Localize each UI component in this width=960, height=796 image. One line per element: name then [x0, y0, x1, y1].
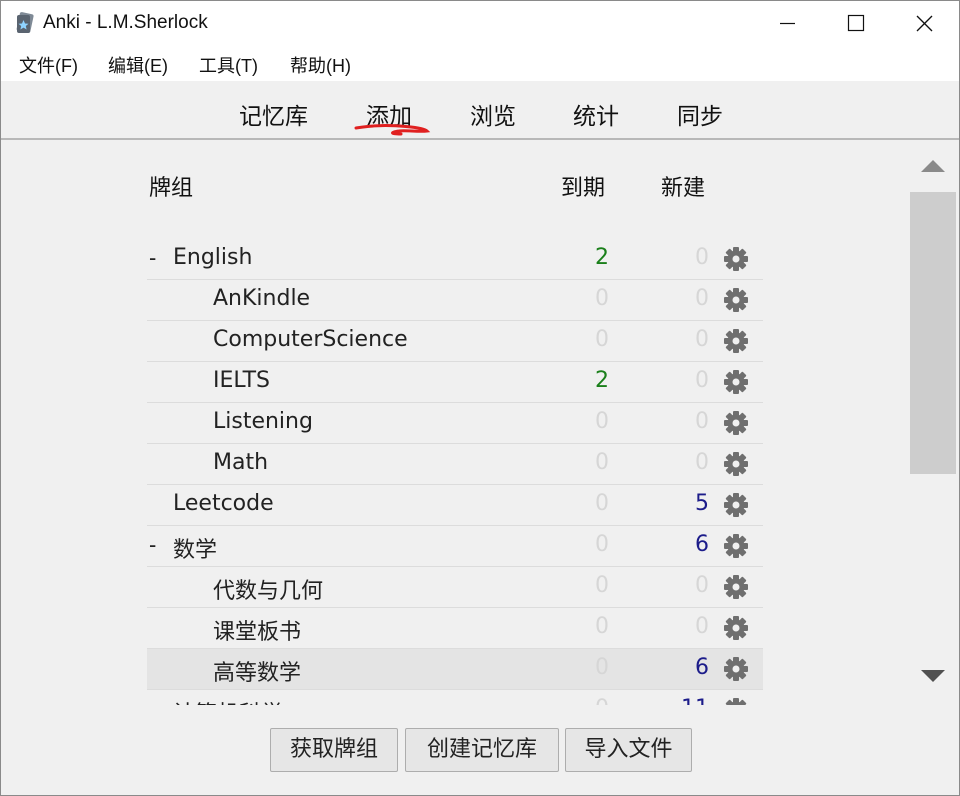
- new-count: 0: [695, 409, 709, 434]
- gear-icon[interactable]: [723, 451, 749, 477]
- close-button[interactable]: [889, 1, 957, 45]
- import-file-button[interactable]: 导入文件: [565, 728, 692, 772]
- deck-name-link[interactable]: 课堂板书: [213, 614, 301, 646]
- new-count: 6: [695, 532, 709, 557]
- menu-file[interactable]: 文件(F): [19, 52, 78, 78]
- window-title: Anki - L.M.Sherlock: [43, 12, 208, 33]
- scroll-up-arrow-icon[interactable]: [919, 156, 947, 176]
- due-count: 0: [595, 532, 609, 557]
- due-count: 0: [595, 614, 609, 639]
- menu-edit[interactable]: 编辑(E): [108, 52, 168, 78]
- due-count: 0: [547, 696, 609, 705]
- due-count: 0: [595, 655, 609, 680]
- vertical-scrollbar[interactable]: [907, 140, 959, 705]
- deck-name-link[interactable]: English: [173, 245, 252, 270]
- menu-tools[interactable]: 工具(T): [199, 52, 258, 78]
- column-header-new: 新建: [661, 176, 706, 201]
- scrollbar-thumb[interactable]: [910, 192, 956, 474]
- column-header-deck: 牌组: [149, 176, 194, 201]
- new-count: 0: [695, 327, 709, 352]
- maximize-button[interactable]: [821, 1, 889, 45]
- gear-icon[interactable]: [723, 656, 749, 682]
- menu-bar: 文件(F) 编辑(E) 工具(T) 帮助(H): [1, 45, 959, 81]
- due-count: 0: [595, 573, 609, 598]
- new-count: 5: [695, 491, 709, 516]
- deck-row[interactable]: Listening 0 0: [147, 403, 763, 444]
- new-count: 0: [695, 450, 709, 475]
- gear-icon[interactable]: [723, 697, 749, 705]
- new-count: 0: [695, 286, 709, 311]
- red-underline-annotation: [354, 124, 431, 136]
- new-count: 0: [695, 368, 709, 393]
- tab-browse[interactable]: 浏览: [470, 97, 516, 131]
- deck-name-link[interactable]: AnKindle: [213, 286, 310, 311]
- deck-row[interactable]: IELTS 2 0: [147, 362, 763, 403]
- tab-decks[interactable]: 记忆库: [239, 97, 308, 131]
- create-deck-button[interactable]: 创建记忆库: [405, 728, 559, 772]
- deck-row[interactable]: 代数与几何 0 0: [147, 567, 763, 608]
- gear-icon[interactable]: [723, 246, 749, 272]
- collapse-toggle[interactable]: -: [149, 245, 156, 271]
- deck-list-area: 牌组 到期 新建 - English 2 0 AnKindle 0 0 ComputerSci…: [1, 140, 907, 705]
- scroll-down-arrow-icon[interactable]: [919, 666, 947, 686]
- due-count: 0: [595, 450, 609, 475]
- new-count: 0: [695, 245, 709, 270]
- gear-icon[interactable]: [723, 328, 749, 354]
- get-shared-decks-button[interactable]: 获取牌组: [270, 728, 398, 772]
- gear-icon[interactable]: [723, 574, 749, 600]
- due-count: 2: [595, 368, 609, 393]
- gear-icon[interactable]: [723, 533, 749, 559]
- deck-row[interactable]: ComputerScience 0 0: [147, 321, 763, 362]
- deck-name-link[interactable]: Math: [213, 450, 268, 475]
- gear-icon[interactable]: [723, 410, 749, 436]
- tab-sync[interactable]: 同步: [677, 97, 723, 131]
- new-count: 0: [695, 573, 709, 598]
- due-count: 0: [595, 491, 609, 516]
- deck-row[interactable]: AnKindle 0 0: [147, 280, 763, 321]
- minimize-button[interactable]: [753, 1, 821, 45]
- collapse-toggle[interactable]: -: [149, 532, 156, 558]
- minimize-icon: [780, 22, 795, 25]
- due-count: 0: [595, 286, 609, 311]
- gear-icon[interactable]: [723, 287, 749, 313]
- collapse-toggle[interactable]: -: [149, 696, 156, 705]
- new-count: 6: [695, 655, 709, 680]
- new-count: 0: [695, 614, 709, 639]
- deck-name-link[interactable]: 计算机科学: [173, 696, 283, 705]
- toolbar: 记忆库 添加 浏览 统计 同步: [1, 81, 959, 140]
- gear-icon[interactable]: [723, 615, 749, 641]
- column-header-due: 到期: [561, 176, 606, 201]
- deck-name-link[interactable]: Listening: [213, 409, 313, 434]
- gear-icon[interactable]: [723, 492, 749, 518]
- gear-icon[interactable]: [723, 369, 749, 395]
- tab-stats[interactable]: 统计: [573, 97, 619, 131]
- anki-app-icon: [16, 12, 34, 33]
- deck-name-link[interactable]: 高等数学: [213, 655, 301, 687]
- title-bar: Anki - L.M.Sherlock: [1, 1, 959, 45]
- due-count: 2: [595, 245, 609, 270]
- close-icon: [916, 15, 933, 32]
- deck-name-link[interactable]: 数学: [173, 532, 217, 564]
- maximize-icon: [847, 14, 865, 32]
- deck-row[interactable]: - 数学 0 6: [147, 526, 763, 567]
- new-count: 11: [647, 696, 709, 705]
- deck-row[interactable]: 课堂板书 0 0: [147, 608, 763, 649]
- deck-row[interactable]: - 计算机科学 0 11: [147, 690, 763, 705]
- deck-row[interactable]: 高等数学 0 6: [147, 649, 763, 690]
- deck-name-link[interactable]: Leetcode: [173, 491, 274, 516]
- deck-name-link[interactable]: IELTS: [213, 368, 270, 393]
- due-count: 0: [595, 409, 609, 434]
- deck-row[interactable]: Leetcode 0 5: [147, 485, 763, 526]
- anki-main-window: Anki - L.M.Sherlock 文件(F) 编辑(E) 工具(T) 帮助…: [0, 0, 960, 796]
- deck-name-link[interactable]: ComputerScience: [213, 327, 408, 352]
- due-count: 0: [595, 327, 609, 352]
- deck-name-link[interactable]: 代数与几何: [213, 573, 323, 605]
- menu-help[interactable]: 帮助(H): [290, 52, 351, 78]
- deck-row[interactable]: - English 2 0: [147, 239, 763, 280]
- deck-row[interactable]: Math 0 0: [147, 444, 763, 485]
- main-content: 牌组 到期 新建 - English 2 0 AnKindle 0 0 ComputerSci…: [1, 140, 959, 795]
